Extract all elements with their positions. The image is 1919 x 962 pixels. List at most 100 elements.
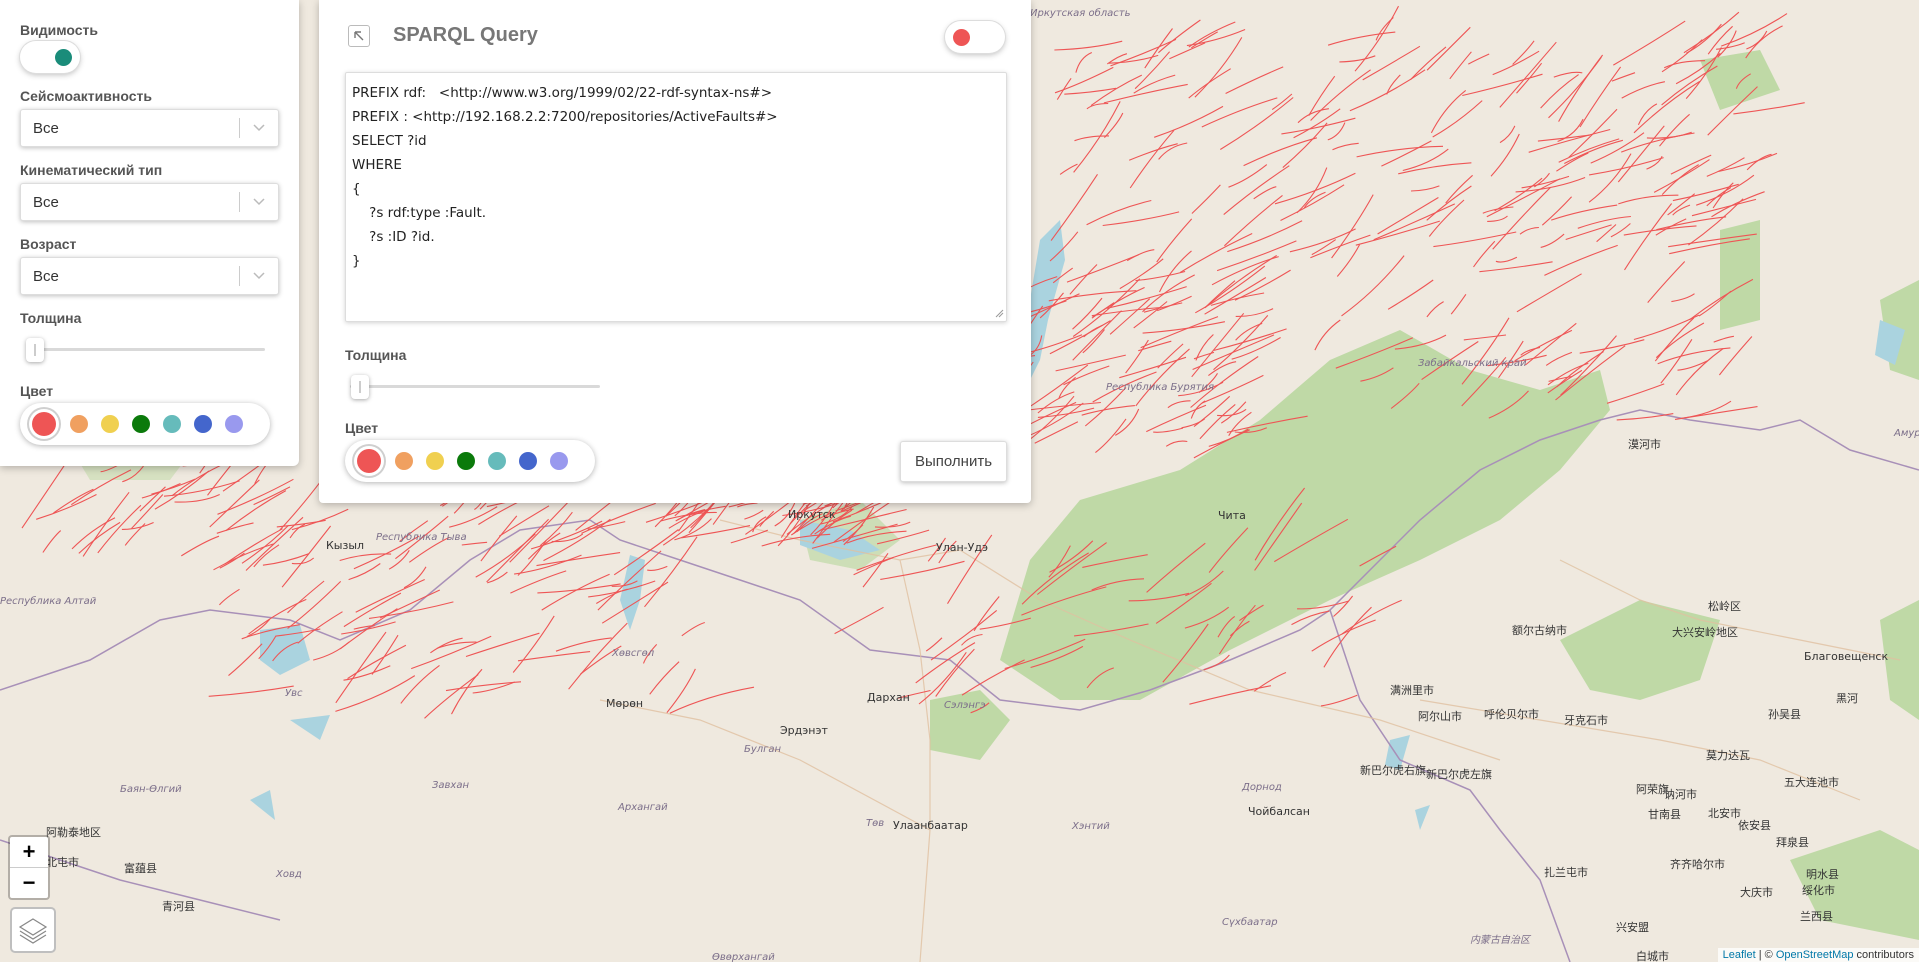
color-swatch[interactable]	[457, 452, 475, 470]
kinematic-value: Все	[33, 194, 59, 211]
chevron-down-icon	[253, 198, 265, 206]
svg-text:Иркутская область: Иркутская область	[1030, 7, 1131, 19]
svg-text:松岭区: 松岭区	[1708, 599, 1741, 613]
sparql-query-editor[interactable]: PREFIX rdf: <http://www.w3.org/1999/02/2…	[345, 72, 1007, 322]
color-swatch[interactable]	[163, 415, 181, 433]
svg-text:Баян-Өлгий: Баян-Өлгий	[120, 784, 182, 795]
zoom-in-button[interactable]: +	[10, 837, 48, 868]
color-palette	[20, 403, 270, 445]
svg-text:白城市: 白城市	[1636, 949, 1669, 962]
color-swatch[interactable]	[550, 452, 568, 470]
svg-text:莫力达瓦: 莫力达瓦	[1706, 749, 1750, 762]
svg-text:Благовещенск: Благовещенск	[1804, 650, 1888, 663]
svg-text:Булган: Булган	[744, 744, 782, 755]
thickness-slider-thumb[interactable]	[26, 338, 44, 362]
svg-text:Увс: Увс	[285, 688, 303, 699]
kinematic-select[interactable]: Все	[20, 183, 279, 221]
collapse-button[interactable]	[348, 25, 370, 47]
svg-text:绥化市: 绥化市	[1802, 883, 1835, 897]
color-swatch[interactable]	[70, 415, 88, 433]
visibility-label: Видимость	[20, 22, 98, 38]
color-swatch[interactable]	[519, 452, 537, 470]
age-value: Все	[33, 268, 59, 285]
svg-text:Улан-Удэ: Улан-Удэ	[936, 541, 988, 554]
svg-text:Эрдэнэт: Эрдэнэт	[780, 724, 829, 737]
visibility-toggle[interactable]	[20, 41, 80, 73]
svg-text:Өвөрхангай: Өвөрхангай	[712, 952, 775, 962]
svg-text:Республика Тыва: Республика Тыва	[376, 531, 467, 543]
svg-text:兴安盟: 兴安盟	[1616, 920, 1649, 934]
color-swatch[interactable]	[395, 452, 413, 470]
seismic-value: Все	[33, 120, 59, 137]
chevron-down-icon	[253, 124, 265, 132]
seismic-select[interactable]: Все	[20, 109, 279, 147]
query-thickness-slider-thumb[interactable]	[351, 375, 369, 399]
svg-text:甘南县: 甘南县	[1648, 808, 1681, 821]
color-swatch[interactable]	[488, 452, 506, 470]
svg-text:Улаанбаатар: Улаанбаатар	[893, 819, 968, 832]
zoom-out-button[interactable]: −	[10, 868, 48, 898]
svg-text:额尔古纳市: 额尔古纳市	[1512, 623, 1567, 637]
seismic-label: Сейсмоактивность	[20, 88, 152, 104]
color-swatch[interactable]	[32, 412, 56, 436]
layers-button[interactable]	[10, 907, 56, 953]
svg-text:内蒙古自治区: 内蒙古自治区	[1470, 934, 1532, 946]
query-thickness-slider-track[interactable]	[350, 385, 600, 388]
thickness-label: Толщина	[20, 310, 82, 326]
svg-text:新巴尔虎右旗: 新巴尔虎右旗	[1360, 763, 1426, 777]
query-toggle[interactable]	[945, 21, 1005, 53]
select-separator	[239, 192, 240, 212]
zoom-control: + −	[8, 835, 50, 900]
svg-text:牙克石市: 牙克石市	[1564, 713, 1608, 727]
osm-link[interactable]: OpenStreetMap	[1776, 949, 1854, 961]
svg-text:Республика Алтай: Республика Алтай	[0, 595, 97, 607]
svg-text:富蕴县: 富蕴县	[124, 861, 157, 875]
svg-text:扎兰屯市: 扎兰屯市	[1544, 865, 1588, 879]
svg-text:Ховд: Ховд	[275, 869, 302, 880]
leaflet-link[interactable]: Leaflet	[1723, 949, 1756, 961]
color-swatch[interactable]	[426, 452, 444, 470]
map-attribution: Leaflet | © OpenStreetMap contributors	[1717, 948, 1919, 962]
svg-text:Республика Бурятия: Республика Бурятия	[1106, 381, 1214, 393]
color-swatch[interactable]	[132, 415, 150, 433]
svg-text:明水县: 明水县	[1806, 868, 1839, 881]
svg-text:黑河: 黑河	[1836, 692, 1858, 705]
svg-text:阿勒泰地区: 阿勒泰地区	[46, 825, 101, 839]
color-swatch[interactable]	[194, 415, 212, 433]
toggle-knob	[55, 49, 72, 66]
filter-panel: Видимость Сейсмоактивность Все Кинематич…	[0, 0, 299, 466]
color-label: Цвет	[20, 383, 54, 399]
query-color-palette	[345, 440, 595, 482]
color-swatch[interactable]	[101, 415, 119, 433]
svg-text:Амур: Амур	[1893, 428, 1919, 439]
svg-text:齐齐哈尔市: 齐齐哈尔市	[1670, 857, 1725, 871]
svg-text:北屯市: 北屯市	[46, 855, 79, 869]
svg-text:青河县: 青河县	[162, 900, 195, 913]
run-query-button[interactable]: Выполнить	[900, 441, 1007, 482]
svg-text:Хэнтий: Хэнтий	[1071, 821, 1110, 832]
svg-text:Дорнод: Дорнод	[1241, 782, 1282, 793]
resize-handle-icon[interactable]	[994, 308, 1004, 318]
svg-text:Иркутск: Иркутск	[788, 508, 836, 521]
svg-text:Забайкальский край: Забайкальский край	[1418, 357, 1527, 369]
svg-text:孙吴县: 孙吴县	[1768, 708, 1801, 721]
thickness-slider-track[interactable]	[26, 348, 265, 351]
svg-text:Хөвсгөл: Хөвсгөл	[611, 648, 655, 659]
collapse-arrow-icon	[354, 31, 364, 41]
svg-text:Мөрөн: Мөрөн	[606, 697, 643, 710]
svg-text:讷河市: 讷河市	[1664, 787, 1697, 801]
sparql-query-panel: SPARQL Query PREFIX rdf: <http://www.w3.…	[319, 0, 1031, 503]
kinematic-label: Кинематический тип	[20, 162, 163, 178]
svg-text:大兴安岭地区: 大兴安岭地区	[1672, 625, 1738, 639]
color-swatch[interactable]	[225, 415, 243, 433]
select-separator	[239, 118, 240, 138]
age-label: Возраст	[20, 236, 77, 252]
color-swatch[interactable]	[357, 449, 381, 473]
svg-text:阿尔山市: 阿尔山市	[1418, 709, 1462, 723]
svg-text:Кызыл: Кызыл	[326, 539, 364, 552]
svg-text:新巴尔虎左旗: 新巴尔虎左旗	[1426, 767, 1492, 781]
age-select[interactable]: Все	[20, 257, 279, 295]
attribution-suffix: contributors	[1853, 949, 1914, 961]
svg-text:Завхан: Завхан	[432, 780, 469, 791]
svg-text:漠河市: 漠河市	[1628, 437, 1661, 451]
